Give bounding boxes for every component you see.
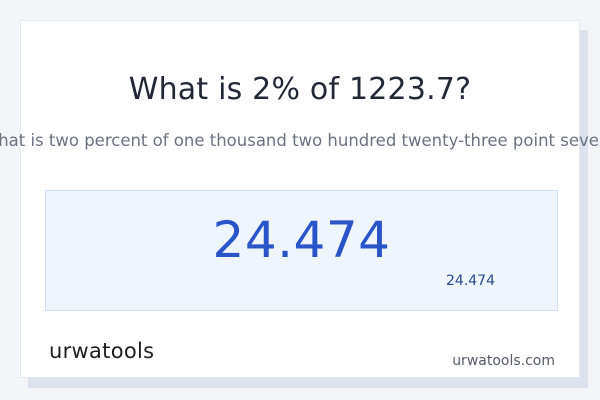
page: 24.474 24.474 urwatools urwatools.com Wh… <box>0 0 600 400</box>
page-title: What is 2% of 1223.7? <box>128 72 472 107</box>
result-box: 24.474 24.474 <box>45 190 558 311</box>
result-value-small: 24.474 <box>446 273 495 289</box>
site-domain: urwatools.com <box>452 353 555 369</box>
page-subtitle: What is two percent of one thousand two … <box>0 131 600 150</box>
urwatools-logo: urwatools <box>49 339 155 363</box>
result-value: 24.474 <box>212 211 391 269</box>
